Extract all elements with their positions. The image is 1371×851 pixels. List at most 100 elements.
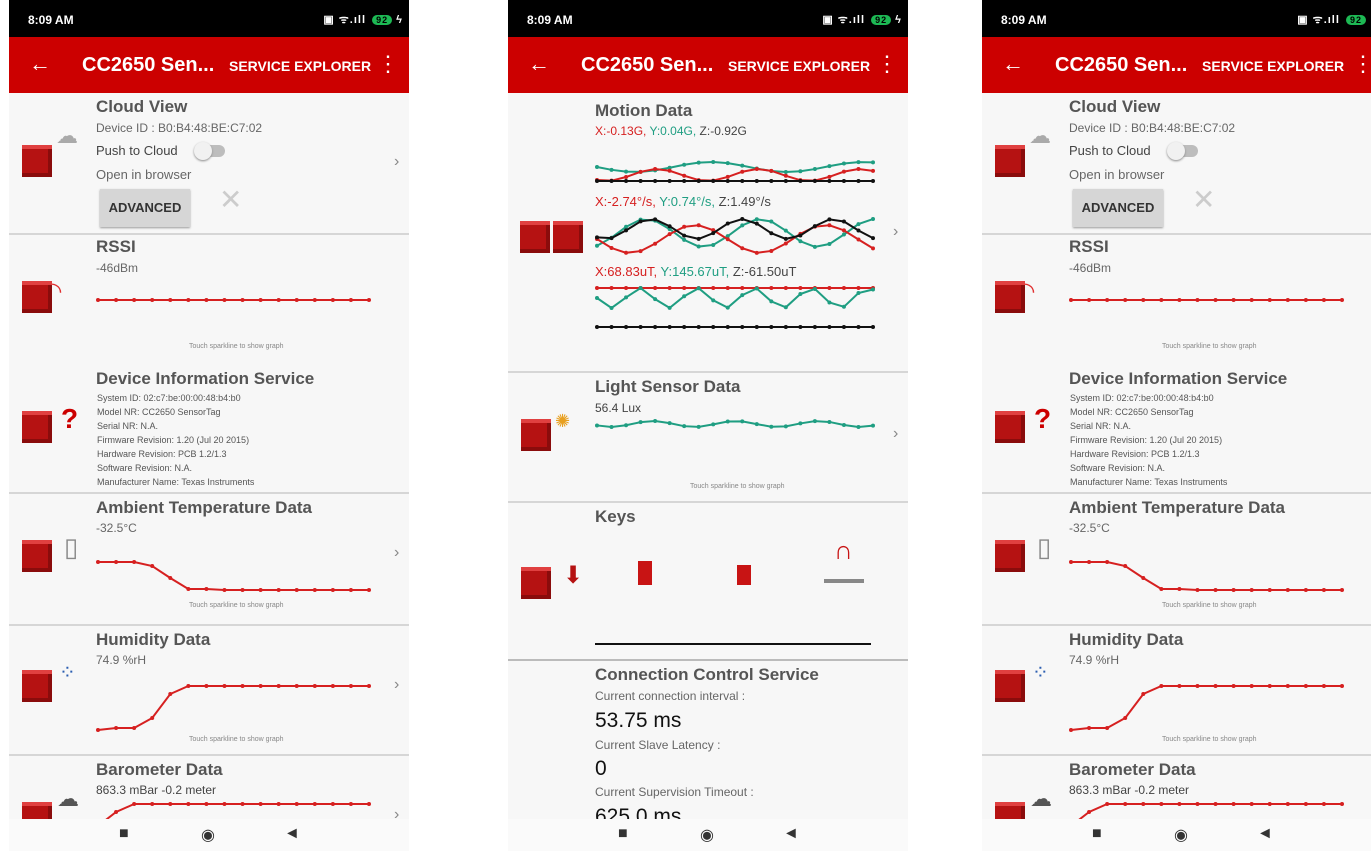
back-button[interactable]: ◄ xyxy=(783,825,799,843)
motion-card[interactable]: Motion Data X:-0.13G, Y:0.04G, Z:-0.92G … xyxy=(508,93,908,371)
sensortag-icon xyxy=(22,281,52,313)
sparkline-point xyxy=(711,160,716,165)
sparkline-point xyxy=(653,297,658,302)
card-title: Humidity Data xyxy=(1069,630,1184,649)
mag-sparkline[interactable] xyxy=(595,280,875,335)
system-nav-bar: ■ ◉ ◄ xyxy=(982,819,1371,851)
home-button[interactable]: ◉ xyxy=(201,825,215,845)
sparkline-point xyxy=(1213,802,1218,806)
sparkline-point xyxy=(798,286,803,290)
ambient-sparkline[interactable] xyxy=(1069,558,1344,598)
sparkline-point xyxy=(367,802,371,806)
connection-control-card[interactable]: Connection Control Service Current conne… xyxy=(508,661,908,819)
light-sensor-card[interactable]: ✺ Light Sensor Data 56.4 Lux Touch spark… xyxy=(508,373,908,501)
service-explorer-button[interactable]: SERVICE EXPLORER xyxy=(728,58,870,74)
recents-button[interactable]: ■ xyxy=(618,825,628,843)
push-to-cloud-toggle[interactable] xyxy=(194,142,225,160)
interval-label: Current connection interval : xyxy=(595,689,746,703)
barometer-sparkline[interactable] xyxy=(96,798,371,819)
home-button[interactable]: ◉ xyxy=(700,825,714,845)
sparkline-point xyxy=(609,305,614,310)
recents-button[interactable]: ■ xyxy=(119,825,129,843)
sparkline-point xyxy=(638,249,643,254)
sparkline-point xyxy=(1069,728,1073,732)
sensor-list[interactable]: ☁ Cloud View Device ID : B0:B4:48:BE:C7:… xyxy=(982,93,1371,819)
service-explorer-button[interactable]: SERVICE EXPLORER xyxy=(229,58,371,74)
back-button[interactable]: ◄ xyxy=(284,825,300,843)
humidity-sparkline[interactable] xyxy=(96,678,371,738)
ambient-sparkline[interactable] xyxy=(96,558,371,598)
back-arrow-icon[interactable]: ← xyxy=(1002,51,1024,77)
cloud-view-card[interactable]: ☁ Cloud View Device ID : B0:B4:48:BE:C7:… xyxy=(9,93,409,233)
sparkline-point xyxy=(638,169,643,174)
sparkline-point xyxy=(783,325,788,329)
more-vert-icon[interactable]: ⋮ xyxy=(377,51,399,77)
back-arrow-icon[interactable]: ← xyxy=(29,51,51,77)
mag-x: X:68.83uT, xyxy=(595,264,658,279)
chevron-right-icon: › xyxy=(394,153,400,170)
sparkline-point xyxy=(96,560,100,564)
sparkline-point xyxy=(1303,684,1308,688)
barometer-card[interactable]: ☁ Barometer Data 863.3 mBar -0.2 meter › xyxy=(9,756,409,819)
more-vert-icon[interactable]: ⋮ xyxy=(1352,51,1371,77)
push-to-cloud-toggle[interactable] xyxy=(1167,142,1198,160)
sparkline-series xyxy=(596,161,874,173)
rssi-sparkline[interactable] xyxy=(1069,289,1344,311)
rssi-card[interactable]: ◝ RSSI -46dBm Touch sparkline to show gr… xyxy=(982,235,1371,363)
acc-sparkline[interactable] xyxy=(595,153,875,191)
phone-screen-middle: 8:09 AM ▣ ᯤ.ıll 92 ϟ ← CC2650 Sen... SER… xyxy=(508,0,908,851)
sparkline-point xyxy=(276,588,281,592)
sparkline-point xyxy=(222,588,227,592)
sensor-list[interactable]: Motion Data X:-0.13G, Y:0.04G, Z:-0.92G … xyxy=(508,93,908,819)
sparkline-point xyxy=(1105,560,1110,564)
humidity-card[interactable]: ⁘ Humidity Data 74.9 %rH Touch sparkline… xyxy=(9,626,409,754)
advanced-button[interactable]: ADVANCED xyxy=(1073,189,1163,227)
sparkline-point xyxy=(1213,684,1218,688)
light-sparkline[interactable] xyxy=(595,413,875,435)
app-toolbar: ← CC2650 Sen... SERVICE EXPLORER ⋮ xyxy=(508,37,908,93)
barometer-sparkline[interactable] xyxy=(1069,798,1344,819)
ambient-temp-card[interactable]: ▯ Ambient Temperature Data -32.5°C Touch… xyxy=(9,494,409,624)
sparkline-point xyxy=(1105,802,1110,806)
device-info-card[interactable]: ? Device Information Service System ID: … xyxy=(982,363,1371,493)
device-info-card[interactable]: ? Device Information Service System ID: … xyxy=(9,363,409,493)
recents-button[interactable]: ■ xyxy=(1092,825,1102,843)
home-button[interactable]: ◉ xyxy=(1174,825,1188,845)
service-explorer-button[interactable]: SERVICE EXPLORER xyxy=(1202,58,1344,74)
gyro-sparkline[interactable] xyxy=(595,211,875,261)
humidity-card[interactable]: ⁘ Humidity Data 74.9 %rH Touch sparkline… xyxy=(982,626,1371,754)
sparkline-point xyxy=(1340,684,1344,688)
sparkline-point xyxy=(624,286,629,290)
more-vert-icon[interactable]: ⋮ xyxy=(876,51,898,77)
sparkline-point xyxy=(754,325,759,329)
back-arrow-icon[interactable]: ← xyxy=(528,51,550,77)
keys-card[interactable]: ⬇ Keys ∩ xyxy=(508,503,908,659)
cloud-view-card[interactable]: ☁ Cloud View Device ID : B0:B4:48:BE:C7:… xyxy=(982,93,1371,233)
sparkline-series xyxy=(596,168,874,182)
sparkline-point xyxy=(1267,588,1272,592)
light-bulb-icon: ✺ xyxy=(555,411,571,431)
ambient-temp-card[interactable]: ▯ Ambient Temperature Data -32.5°C Touch… xyxy=(982,494,1371,624)
barometer-card[interactable]: ☁ Barometer Data 863.3 mBar -0.2 meter xyxy=(982,756,1371,819)
sparkline-point xyxy=(769,424,774,429)
sparkline-point xyxy=(1177,298,1182,302)
sensor-list[interactable]: ☁ Cloud View Device ID : B0:B4:48:BE:C7:… xyxy=(9,93,409,819)
open-in-browser-link[interactable]: Open in browser xyxy=(96,167,191,182)
card-title: Humidity Data xyxy=(96,630,211,649)
sparkline-point xyxy=(754,250,759,255)
humidity-sparkline[interactable] xyxy=(1069,678,1344,738)
sparkline-point xyxy=(856,167,861,172)
rssi-card[interactable]: ◝ RSSI -46dBm Touch sparkline to show gr… xyxy=(9,235,409,363)
sparkline-point xyxy=(367,684,371,688)
advanced-button[interactable]: ADVANCED xyxy=(100,189,190,227)
magnet-icon: ∩ xyxy=(834,535,853,565)
sparkline-point xyxy=(186,587,191,591)
sparkline-point xyxy=(168,802,173,806)
chevron-right-icon: › xyxy=(394,806,400,819)
sparkline-hint: Touch sparkline to show graph xyxy=(189,736,284,743)
back-button[interactable]: ◄ xyxy=(1257,825,1273,843)
open-in-browser-link[interactable]: Open in browser xyxy=(1069,167,1164,182)
card-title: Barometer Data xyxy=(96,760,223,779)
rssi-sparkline[interactable] xyxy=(96,289,371,311)
sparkline-point xyxy=(798,239,803,244)
